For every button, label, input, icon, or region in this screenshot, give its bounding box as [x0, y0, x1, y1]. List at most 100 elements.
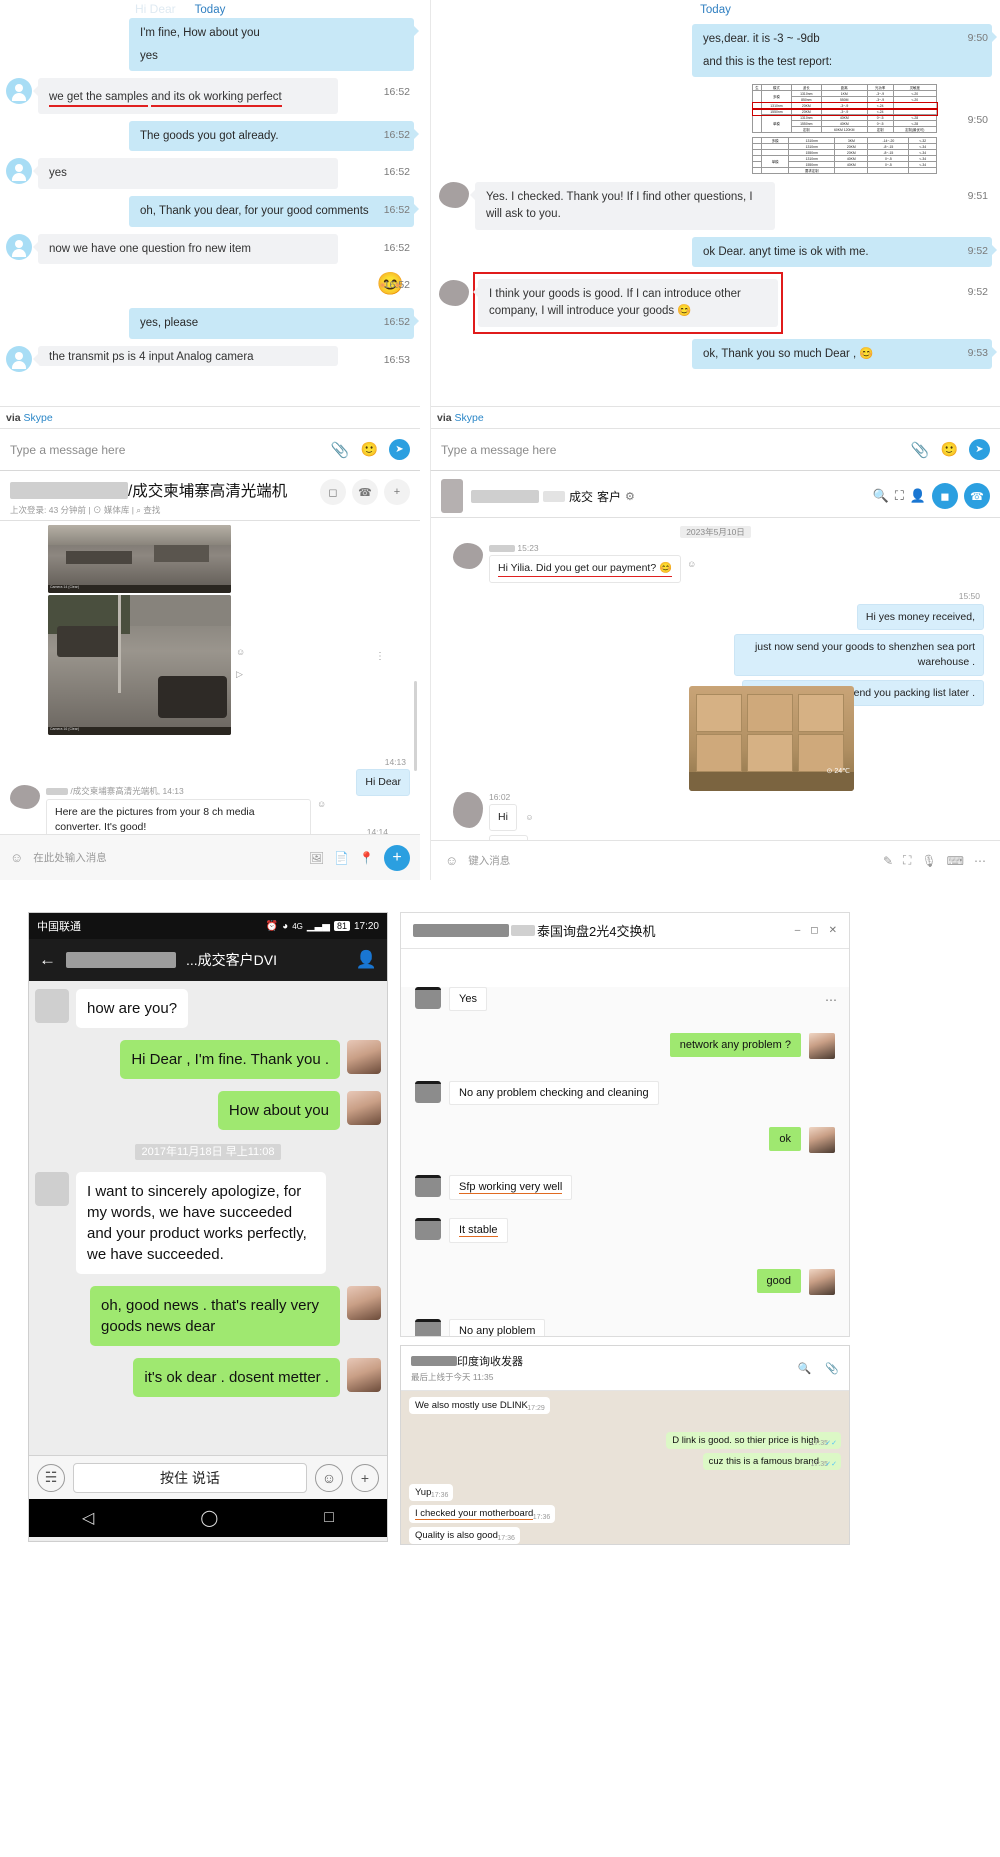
avatar[interactable]	[6, 346, 32, 373]
gear-icon[interactable]: ⚙	[625, 490, 635, 503]
message-input-row[interactable]: ☺ 在此处输入消息 🖼 📄 📍 +	[0, 834, 420, 880]
send-icon[interactable]: ➤	[969, 439, 990, 460]
screenshot-icon[interactable]: ⛶	[903, 853, 911, 868]
avatar[interactable]	[6, 233, 32, 260]
push-to-talk-button[interactable]: 按住 说话	[73, 1462, 307, 1493]
message-input-row[interactable]: ☵ 按住 说话 ☺ +	[29, 1455, 387, 1499]
phone-icon[interactable]: ☎	[964, 483, 990, 509]
avatar[interactable]	[415, 1319, 441, 1336]
add-member-icon[interactable]: +	[384, 479, 410, 505]
avatar[interactable]	[347, 1358, 381, 1392]
message-bubble[interactable]: Yes	[449, 987, 487, 1011]
message-bubble[interactable]: how are you?	[76, 989, 189, 1028]
emoji-react-icon[interactable]: ☺	[236, 647, 245, 657]
skype-link[interactable]: Skype	[24, 412, 53, 424]
avatar[interactable]	[809, 1033, 835, 1059]
message-input-placeholder[interactable]: Type a message here	[10, 443, 125, 457]
emoji-react-icon[interactable]: ☺	[525, 813, 533, 822]
message-bubble[interactable]: Sfp working very well	[449, 1175, 573, 1200]
cctv-image-2[interactable]: Camera 16 (Clear)	[48, 595, 231, 735]
avatar[interactable]	[415, 1081, 441, 1103]
attach-icon[interactable]: 📎	[825, 1362, 839, 1375]
minimize-icon[interactable]: –	[795, 925, 801, 936]
attach-icon[interactable]: 📎	[331, 441, 350, 459]
emoji-icon[interactable]: ☺	[10, 850, 23, 865]
message-bubble[interactable]: just now send your goods to shenzhen sea…	[734, 634, 984, 676]
message-bubble[interactable]: yes	[33, 158, 338, 190]
forward-icon[interactable]: ▷	[236, 669, 243, 680]
message-bubble[interactable]: The goods you got already.	[129, 120, 419, 152]
avatar[interactable]	[347, 1286, 381, 1320]
message-input-placeholder[interactable]: Type a message here	[441, 443, 556, 457]
avatar[interactable]	[415, 1175, 441, 1197]
message-bubble[interactable]: ok Dear. anyt time is ok with me.	[692, 236, 997, 268]
screenshot-icon[interactable]: ⛶	[895, 488, 904, 504]
message-bubble[interactable]: oh, good news . that's really very goods…	[90, 1286, 340, 1346]
message-bubble[interactable]: How about you	[217, 1091, 340, 1130]
message-bubble[interactable]: I want to sincerely apologize, for my wo…	[76, 1172, 326, 1274]
message-bubble[interactable]: good	[756, 1269, 801, 1293]
emoji-icon[interactable]: 🙂	[941, 441, 958, 458]
message-bubble[interactable]: Hi	[489, 804, 517, 831]
message-bubble[interactable]: D link is good. so thier price is high 1…	[666, 1432, 841, 1449]
close-icon[interactable]: ✕	[829, 925, 837, 936]
message-bubble[interactable]: we get the samples and its ok working pe…	[33, 78, 338, 114]
message-bubble[interactable]: Hi yes money received,	[856, 603, 984, 631]
message-bubble[interactable]: I checked your motherboard 17:36	[409, 1505, 556, 1523]
message-bubble[interactable]: oh, Thank you dear, for your good commen…	[129, 196, 419, 227]
emoji-icon[interactable]: ☺	[445, 853, 458, 868]
avatar[interactable]	[6, 158, 32, 185]
location-icon[interactable]: 📍	[359, 851, 374, 865]
message-bubble[interactable]: Hi Dear	[356, 769, 410, 796]
avatar[interactable]	[809, 1269, 835, 1295]
avatar[interactable]	[347, 1091, 381, 1125]
message-bubble[interactable]: Yup 17:36	[409, 1484, 454, 1501]
avatar[interactable]	[453, 792, 483, 828]
more-icon[interactable]: ⋮	[375, 651, 385, 662]
send-icon[interactable]: ➤	[389, 439, 410, 460]
message-bubble[interactable]: I'm fine, How about you yes	[129, 18, 419, 72]
message-bubble[interactable]: ok, Thank you so much Dear , 😊	[692, 338, 997, 370]
avatar[interactable]	[35, 989, 69, 1023]
avatar[interactable]	[10, 785, 40, 809]
add-member-icon[interactable]: 👤	[910, 488, 926, 504]
contact-icon[interactable]: 👤	[356, 950, 377, 970]
cctv-image-1[interactable]: Camera 14 (Clear)	[48, 525, 231, 593]
message-bubble[interactable]: now we have one question fro new item	[33, 233, 338, 265]
recents-square-icon[interactable]: □	[324, 1509, 334, 1527]
message-input-placeholder[interactable]: 在此处输入消息	[33, 850, 299, 865]
message-input-row[interactable]: ☺ 键入消息 ✎ ⛶ 🎙 ⌨ ⋯	[431, 840, 1000, 880]
avatar[interactable]	[439, 280, 469, 307]
avatar[interactable]	[347, 1040, 381, 1074]
home-circle-icon[interactable]: ◯	[200, 1508, 218, 1528]
message-input-row[interactable]: Type a message here 📎 🙂 ➤	[431, 428, 1000, 470]
message-input-placeholder[interactable]: 键入消息	[468, 853, 873, 868]
sticker-icon[interactable]: 🖼	[309, 851, 324, 865]
emoji-icon[interactable]: 🙂	[361, 441, 378, 458]
message-bubble[interactable]: It stable	[449, 1218, 508, 1243]
send-plus-icon[interactable]: +	[384, 844, 410, 871]
message-bubble[interactable]: No any ploblem	[449, 1319, 546, 1336]
avatar[interactable]	[415, 1218, 441, 1240]
avatar[interactable]	[415, 987, 441, 1009]
scrollbar[interactable]	[414, 681, 417, 771]
test-report-image[interactable]: 生模式 波长 距离 光功率 灵敏度 多模 1310nm 1KM -3~-9 <-20 850nm…	[751, 84, 938, 175]
keyboard-icon[interactable]: ☵	[37, 1463, 65, 1492]
voice-icon[interactable]: ✎	[883, 854, 893, 868]
message-bubble[interactable]: cuz this is a famous brand 17:35 ✓✓	[702, 1453, 841, 1470]
attach-icon[interactable]: 📎	[911, 441, 930, 459]
more-icon[interactable]: ⋯	[825, 993, 837, 1007]
video-call-icon[interactable]: ◻	[320, 479, 346, 505]
message-bubble[interactable]: the transmit ps is 4 input Analog camera	[33, 346, 338, 367]
emoji-react-icon[interactable]: ☺	[687, 559, 696, 569]
avatar[interactable]	[453, 543, 483, 569]
message-input-row[interactable]: Type a message here 📎 🙂 ➤	[0, 428, 420, 470]
message-bubble[interactable]: it's ok dear . dosent metter .	[133, 1358, 340, 1397]
avatar[interactable]	[439, 182, 469, 209]
avatar[interactable]	[35, 1172, 69, 1206]
message-bubble[interactable]: Hi Dear , I'm fine. Thank you .	[120, 1040, 340, 1079]
avatar[interactable]	[441, 479, 463, 513]
message-bubble[interactable]: yes,dear. it is -3 ~ -9db and this is th…	[692, 24, 997, 78]
maximize-icon[interactable]: ◻	[810, 925, 818, 936]
search-icon[interactable]: 🔍	[873, 488, 889, 504]
